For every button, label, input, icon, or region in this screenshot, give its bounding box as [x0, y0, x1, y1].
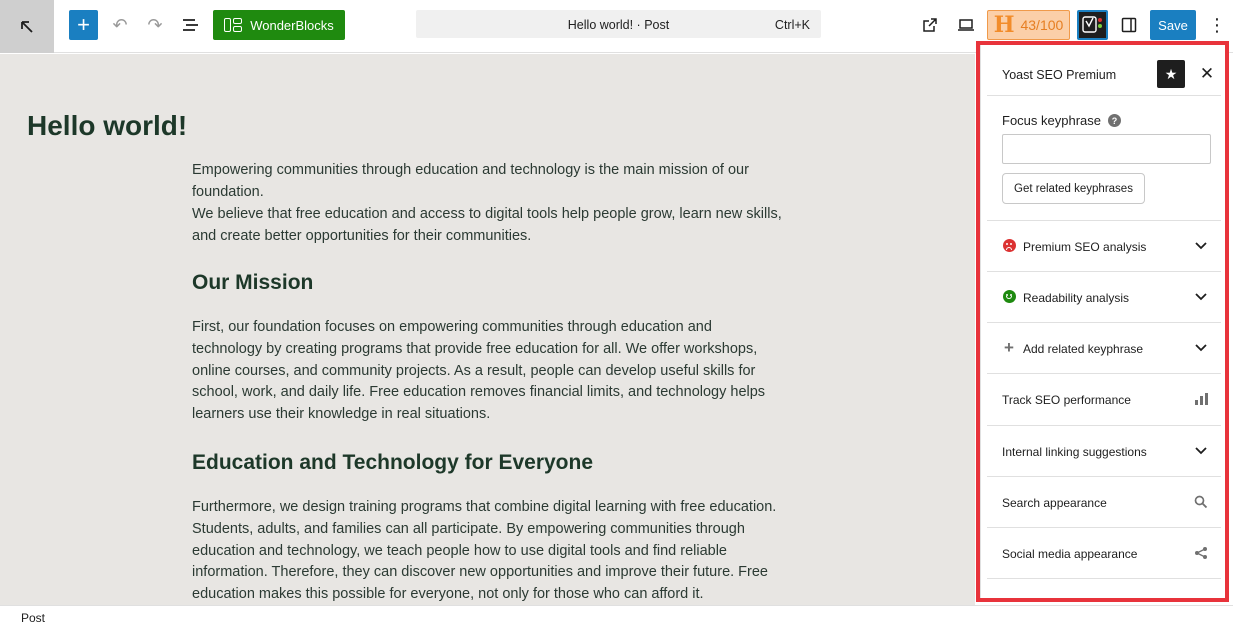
yoast-sidebar: Yoast SEO Premium ★ ✕ Focus keyphrase ? … [980, 45, 1226, 602]
settings-panel-button[interactable] [1118, 10, 1140, 40]
pin-button[interactable]: ★ [1157, 60, 1185, 88]
chevron-down-icon [1193, 238, 1209, 254]
post-title[interactable]: Hello world! [27, 110, 187, 142]
track-seo-performance-row[interactable]: Track SEO performance [987, 373, 1221, 424]
more-options-button[interactable]: ⋮ [1208, 10, 1226, 40]
star-icon: ★ [1164, 65, 1178, 82]
document-overview-button[interactable] [178, 10, 204, 40]
heading-block[interactable]: Education and Technology for Everyone [192, 450, 593, 476]
wonderblocks-icon [224, 18, 243, 32]
paragraph-block[interactable]: First, our foundation focuses on empower… [192, 317, 782, 426]
chevron-down-icon [1193, 443, 1209, 459]
redo-icon: ↷ [147, 14, 163, 35]
close-icon: ✕ [1199, 64, 1215, 83]
close-sidebar-button[interactable]: ✕ [1195, 62, 1219, 86]
undo-icon: ↶ [112, 14, 128, 35]
focus-keyphrase-text: Focus keyphrase [1002, 113, 1101, 128]
row-label: Premium SEO analysis [1023, 240, 1147, 254]
paragraph-block[interactable]: Furthermore, we design training programs… [192, 497, 782, 605]
happy-face-icon [1001, 288, 1017, 304]
add-related-keyphrase-row[interactable]: + Add related keyphrase [987, 322, 1221, 373]
add-block-button[interactable]: + [69, 10, 98, 40]
paragraph-block[interactable]: We believe that free education and acces… [192, 204, 782, 248]
headline-logo-icon: H [993, 12, 1015, 38]
search-appearance-row[interactable]: Search appearance [987, 476, 1221, 527]
undo-button[interactable]: ↶ [108, 10, 132, 40]
external-link-icon [923, 18, 937, 32]
editor-canvas[interactable]: Hello world! Empowering communities thro… [0, 54, 975, 605]
row-label: Add related keyphrase [1023, 342, 1144, 356]
yoast-seo-button[interactable] [1077, 10, 1108, 40]
row-label: Internal linking suggestions [1002, 445, 1147, 459]
sidebar-toggle-icon [1121, 17, 1137, 33]
headline-score-button[interactable]: H 43/100 [987, 10, 1070, 40]
readability-analysis-row[interactable]: Readability analysis [987, 271, 1221, 322]
keyboard-shortcut: Ctrl+K [774, 18, 810, 32]
focus-keyphrase-label: Focus keyphrase ? [1002, 113, 1121, 128]
more-vertical-icon: ⋮ [1208, 14, 1226, 35]
wordpress-home-button[interactable] [0, 0, 54, 53]
preview-button[interactable] [955, 10, 977, 40]
view-post-button[interactable] [919, 10, 941, 40]
headline-score: 43/100 [1020, 17, 1064, 33]
chevron-down-icon [1193, 289, 1209, 305]
focus-keyphrase-input[interactable] [1002, 134, 1211, 164]
internal-linking-suggestions-row[interactable]: Internal linking suggestions [987, 425, 1221, 476]
plus-icon: + [1004, 337, 1014, 357]
chevron-down-icon [1193, 340, 1209, 356]
save-button[interactable]: Save [1150, 10, 1196, 40]
arrow-up-left-icon [21, 20, 33, 33]
help-icon[interactable]: ? [1108, 114, 1121, 127]
breadcrumb-post[interactable]: Post [21, 611, 45, 625]
premium-seo-analysis-row[interactable]: Premium SEO analysis [987, 220, 1221, 271]
command-palette-bar[interactable]: Hello world! · Post Ctrl+K [416, 10, 821, 38]
social-media-appearance-row[interactable]: Social media appearance [987, 527, 1221, 578]
search-icon [1193, 494, 1209, 510]
paragraph-block[interactable]: Empowering communities through education… [192, 160, 782, 204]
share-icon [1193, 545, 1209, 561]
laptop-icon [958, 19, 974, 31]
bar-chart-icon [1193, 391, 1209, 407]
row-label: Social media appearance [1002, 547, 1138, 561]
list-view-icon [183, 19, 198, 31]
sidebar-title: Yoast SEO Premium [1002, 68, 1117, 82]
more-row-partial[interactable] [987, 578, 1221, 602]
wonderblocks-button[interactable]: WonderBlocks [213, 10, 345, 40]
redo-button[interactable]: ↷ [143, 10, 167, 40]
block-breadcrumb-bar: Post [0, 605, 1233, 628]
row-label: Readability analysis [1023, 291, 1130, 305]
wonderblocks-label: WonderBlocks [250, 17, 334, 33]
yoast-logo-icon [1081, 16, 1102, 33]
sidebar-header: Yoast SEO Premium ★ ✕ [987, 54, 1221, 96]
row-label: Track SEO performance [1002, 393, 1131, 407]
heading-block[interactable]: Our Mission [192, 270, 313, 296]
row-label: Search appearance [1002, 496, 1107, 510]
sad-face-icon [1001, 237, 1017, 253]
get-related-keyphrases-button[interactable]: Get related keyphrases [1002, 173, 1145, 204]
document-title: Hello world! · Post [567, 18, 670, 32]
